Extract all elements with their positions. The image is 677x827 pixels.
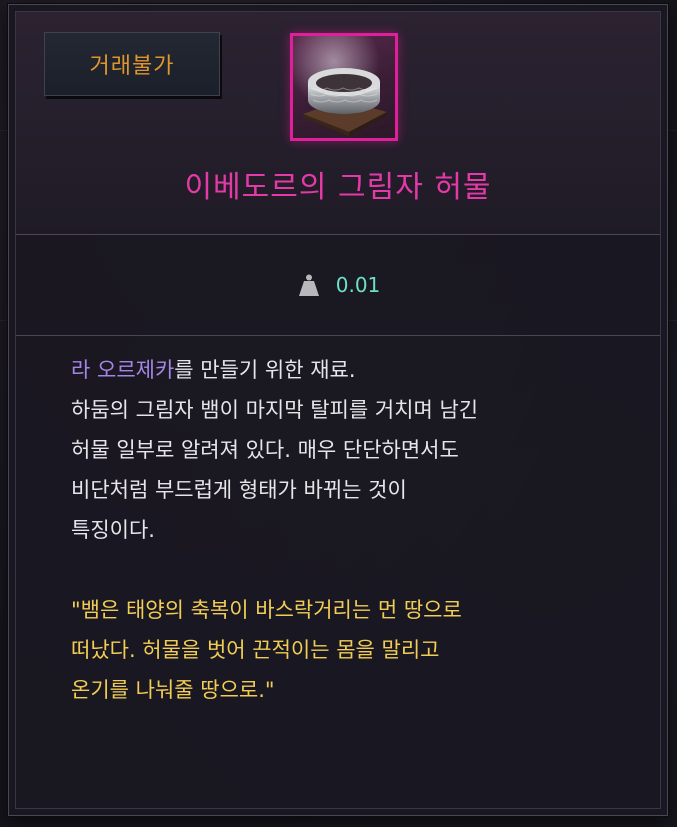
item-tooltip: 거래불가 이베도르의 그림자 허물 0.01 라 오르제카를 만들기 위한 재료… [8,4,668,816]
item-icon-shed-skin [290,33,398,141]
description-line: 허물 일부로 알려져 있다. 매우 단단하면서도 [71,438,459,462]
tooltip-frame: 거래불가 이베도르의 그림자 허물 0.01 라 오르제카를 만들기 위한 재료… [15,11,661,809]
item-description: 라 오르제카를 만들기 위한 재료. 하둠의 그림자 뱀이 마지막 탈피를 거치… [71,350,631,710]
item-weight-row: 0.01 [16,235,660,336]
description-line: 비단처럼 부드럽게 형태가 바뀌는 것이 [71,478,407,502]
description-line: 특징이다. [71,518,155,542]
item-name: 이베도르의 그림자 허물 [184,170,492,205]
description-line: 하둠의 그림자 뱀이 마지막 탈피를 거치며 남긴 [71,398,479,422]
tooltip-header: 거래불가 이베도르의 그림자 허물 [16,12,660,235]
item-weight-value: 0.01 [335,273,381,297]
trade-status-label: 거래불가 [89,54,175,79]
description-line: 라 오르제카를 만들기 위한 재료. [71,350,631,390]
flavor-quote-line: 온기를 나눠줄 땅으로." [71,678,275,702]
description-text: 를 만들기 위한 재료. [174,358,356,382]
flavor-quote-line: "뱀은 태양의 축복이 바스락거리는 먼 땅으로 [71,598,462,622]
trade-status-badge: 거래불가 [44,32,220,96]
snake-skin-ring-icon [293,36,395,138]
weight-icon [296,272,322,298]
flavor-quote-line: 떠났다. 허물을 벗어 끈적이는 몸을 말리고 [71,638,440,662]
linked-item-name: 라 오르제카 [71,358,175,382]
